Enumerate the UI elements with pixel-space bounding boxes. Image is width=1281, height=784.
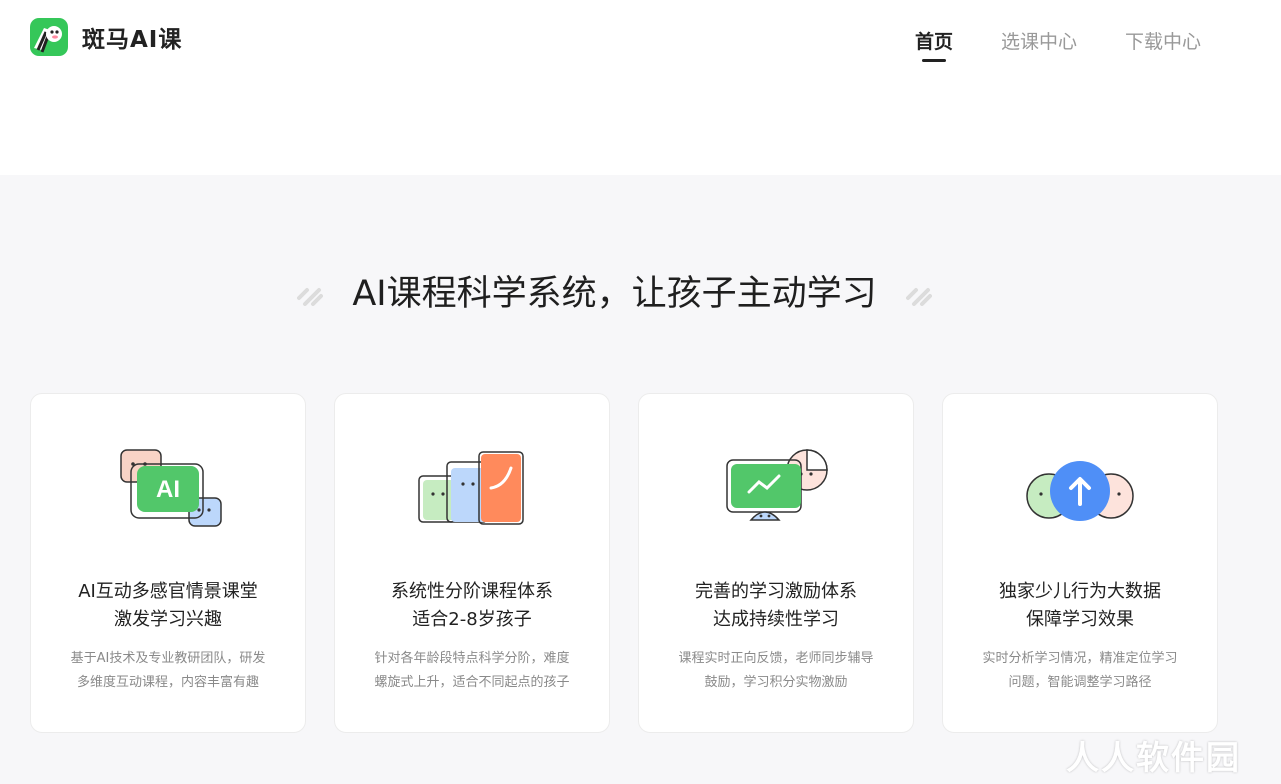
card-title-line2: 激发学习兴趣 [114,609,222,630]
ai-chat-icon: AI [109,446,229,536]
zebra-logo-icon [30,18,68,56]
card-title-line2: 适合2-8岁孩子 [412,609,532,630]
top-header: 斑马AI课 首页 选课中心 下载中心 [0,0,1281,78]
feature-card-ai-classroom[interactable]: AI AI互动多感官情景课堂 激发学习兴趣 基于AI技术及专业教研团队，研发 多… [30,393,306,733]
feature-card-incentive-system[interactable]: 完善的学习激励体系 达成持续性学习 课程实时正向反馈，老师同步辅导 鼓励，学习积… [638,393,914,733]
card-desc-line1: 课程实时正向反馈，老师同步辅导 [678,651,874,666]
brand-name: 斑马AI课 [82,27,183,53]
course-cards-icon [413,446,533,536]
card-title-line1: 独家少儿行为大数据 [999,581,1161,602]
feature-cards: AI AI互动多感官情景课堂 激发学习兴趣 基于AI技术及专业教研团队，研发 多… [30,393,1246,733]
nav-item-download-center[interactable]: 下载中心 [1125,27,1201,54]
upgrade-data-icon [1021,446,1141,536]
card-desc-line2: 问题，智能调整学习路径 [1008,675,1152,690]
nav-item-label: 选课中心 [1000,31,1077,53]
active-nav-underline [921,59,946,62]
feature-card-graded-courses[interactable]: 系统性分阶课程体系 适合2-8岁孩子 针对各年龄段特点科学分阶，难度 螺旋式上升… [334,393,610,733]
section-heading: AI课程科学系统，让孩子主动学习 [0,265,1229,316]
brand-logo[interactable]: 斑马AI课 [30,18,182,56]
feature-card-big-data[interactable]: 独家少儿行为大数据 保障学习效果 实时分析学习情况，精准定位学习 问题，智能调整… [942,393,1218,733]
card-desc-line2: 鼓励，学习积分实物激励 [704,675,848,690]
card-title-line1: 系统性分阶课程体系 [391,581,553,602]
card-title-line2: 保障学习效果 [1026,609,1134,630]
main-nav: 首页 选课中心 下载中心 [867,27,1201,62]
nav-item-course-center[interactable]: 选课中心 [1001,27,1077,54]
card-desc-line1: 针对各年龄段特点科学分阶，难度 [374,651,570,666]
card-desc-line2: 多维度互动课程，内容丰富有趣 [76,675,259,690]
slash-decoration-icon [297,275,324,315]
nav-item-label: 首页 [914,31,953,53]
progress-chart-icon [717,446,837,536]
card-desc-line1: 实时分析学习情况，精准定位学习 [982,651,1178,666]
banner-area [0,78,1281,175]
card-title-line1: 完善的学习激励体系 [695,581,857,602]
card-desc-line2: 螺旋式上升，适合不同起点的孩子 [374,675,570,690]
card-title-line2: 达成持续性学习 [713,609,839,630]
ai-icon-text: AI [156,476,180,503]
site-watermark: 人人软件园 [1066,738,1241,777]
card-desc-line1: 基于AI技术及专业教研团队，研发 [70,651,266,666]
nav-item-label: 下载中心 [1124,31,1201,53]
slash-decoration-icon [905,275,932,315]
nav-item-home[interactable]: 首页 [914,27,953,62]
section-title-text: AI课程科学系统，让孩子主动学习 [352,274,877,314]
card-title-line1: AI互动多感官情景课堂 [78,581,258,602]
